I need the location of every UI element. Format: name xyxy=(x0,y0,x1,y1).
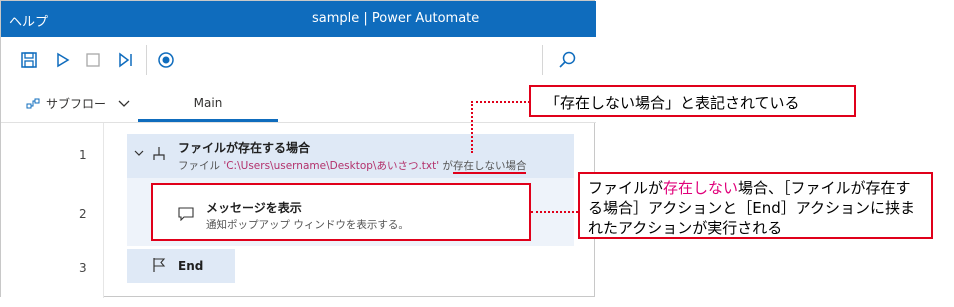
description-prefix: ファイル xyxy=(178,160,224,172)
search-icon[interactable] xyxy=(556,49,578,71)
help-menu[interactable]: ヘルプ xyxy=(9,11,48,30)
window-title: sample | Power Automate xyxy=(312,11,480,26)
line-number: 1 xyxy=(79,148,87,162)
message-icon xyxy=(178,207,194,221)
annotation-text: ファイルが xyxy=(588,179,664,197)
flag-icon xyxy=(153,258,166,272)
run-next-action-icon[interactable] xyxy=(114,49,136,71)
run-icon[interactable] xyxy=(51,49,73,71)
condition-icon xyxy=(153,147,165,160)
action-title: メッセージを表示 xyxy=(206,201,302,215)
toolbar-separator xyxy=(146,45,147,75)
subflow-icon xyxy=(26,98,40,108)
toolbar-separator xyxy=(542,45,543,75)
tab-main-label: Main xyxy=(193,96,223,110)
action-end[interactable]: End xyxy=(127,249,235,283)
action-title: End xyxy=(178,259,204,273)
title-bar: ヘルプ sample | Power Automate xyxy=(1,1,596,37)
action-show-message[interactable]: メッセージを表示 通知ポップアップ ウィンドウを表示する。 xyxy=(151,183,531,241)
connector-line xyxy=(471,101,473,153)
action-description: 通知ポップアップ ウィンドウを表示する。 xyxy=(206,219,409,231)
annotation-callout: ファイルが存在しない場合、［ファイルが存在する場合］アクションと［End］アクシ… xyxy=(578,172,933,239)
chevron-down-icon[interactable] xyxy=(134,150,144,157)
record-icon[interactable] xyxy=(155,49,177,71)
action-if-file-exists[interactable]: ファイルが存在する場合 ファイル 'C:\Users\username\Desk… xyxy=(127,134,574,178)
connector-line xyxy=(471,101,530,103)
tab-main[interactable]: Main xyxy=(138,84,278,122)
line-number: 2 xyxy=(79,207,87,221)
action-title: ファイルが存在する場合 xyxy=(178,141,311,155)
line-number: 3 xyxy=(79,261,87,275)
subflow-dropdown[interactable]: サブフロー xyxy=(26,95,136,112)
subflow-tabs: サブフロー Main xyxy=(1,84,596,123)
file-path: 'C:\Users\username\Desktop\あいさつ.txt' xyxy=(223,160,440,172)
save-icon[interactable] xyxy=(18,49,40,71)
active-tab-indicator xyxy=(138,119,278,122)
connector-line xyxy=(531,211,578,213)
toolbar xyxy=(1,37,596,85)
stop-icon[interactable] xyxy=(82,49,104,71)
annotation-callout: 「存在しない場合」と表記されている xyxy=(529,85,856,117)
chevron-down-icon xyxy=(118,100,130,107)
line-number-gutter: 1 2 3 xyxy=(1,123,104,298)
action-description: ファイル 'C:\Users\username\Desktop\あいさつ.txt… xyxy=(178,158,527,174)
power-automate-window: ヘルプ sample | Power Automate サブフロー Main 1… xyxy=(0,0,596,298)
annotation-highlight: 存在しない xyxy=(663,179,739,197)
subflow-label: サブフロー xyxy=(46,97,107,111)
description-mid: が xyxy=(439,160,453,172)
condition-text: 存在しない場合 xyxy=(452,160,527,174)
